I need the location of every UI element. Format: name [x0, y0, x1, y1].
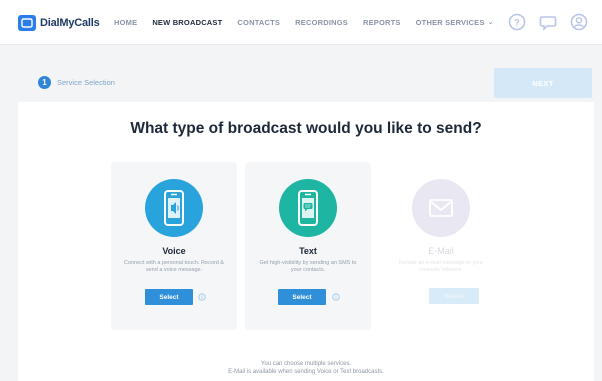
text-phone-icon: [279, 179, 337, 237]
main-nav: HOME NEW BROADCAST CONTACTS RECORDINGS R…: [114, 0, 509, 44]
voice-select-button[interactable]: Select: [145, 289, 193, 305]
brand-name: DialMyCalls: [40, 17, 100, 29]
nav-reports[interactable]: REPORTS: [363, 0, 401, 44]
email-card-description: Include an e-mail message to your contac…: [398, 260, 484, 273]
nav-other-services[interactable]: OTHER SERVICES ⌄: [416, 0, 494, 44]
wizard-step-bar: 1 Service Selection NEXT: [18, 66, 594, 102]
nav-recordings[interactable]: RECORDINGS: [295, 0, 348, 44]
nav-other-services-label: OTHER SERVICES: [415, 17, 485, 27]
services-footnote: You can choose multiple services. E-Mail…: [18, 360, 594, 376]
footnote-line-1: You can choose multiple services.: [260, 361, 352, 367]
help-icon[interactable]: ?: [508, 13, 526, 31]
brand-logo[interactable]: DialMyCalls: [18, 14, 100, 32]
voice-service-card[interactable]: Voice Connect with a personal touch. Rec…: [111, 162, 237, 330]
text-select-button[interactable]: Select: [278, 289, 326, 305]
top-navigation-bar: DialMyCalls HOME NEW BROADCAST CONTACTS …: [0, 0, 602, 45]
footnote-line-2: E-Mail is available when sending Voice o…: [228, 369, 384, 375]
text-service-card[interactable]: Text Get high-visibility by sending an S…: [245, 162, 371, 330]
page-title: What type of broadcast would you like to…: [130, 120, 482, 137]
email-service-card: E-Mail Include an e-mail message to your…: [378, 162, 504, 330]
nav-new-broadcast[interactable]: NEW BROADCAST: [152, 0, 222, 44]
text-card-description: Get high-visibility by sending an SMS to…: [259, 260, 357, 273]
email-card-title: E-Mail: [428, 246, 454, 256]
next-button[interactable]: NEXT: [494, 68, 592, 98]
voice-phone-icon: [145, 179, 203, 237]
voice-card-description: Connect with a personal touch. Record & …: [124, 260, 224, 273]
account-icon[interactable]: [570, 13, 588, 31]
email-select-button: Select: [429, 288, 479, 304]
chat-icon[interactable]: [539, 13, 557, 31]
email-envelope-icon: [412, 179, 470, 237]
voice-info-icon[interactable]: [198, 293, 206, 301]
nav-contacts[interactable]: CONTACTS: [237, 0, 280, 44]
step-number-badge: 1: [38, 76, 51, 89]
nav-home[interactable]: HOME: [114, 0, 137, 44]
chevron-down-icon: ⌄: [487, 19, 494, 26]
step-label: Service Selection: [57, 78, 115, 87]
wizard-step: 1 Service Selection: [38, 76, 115, 89]
text-card-title: Text: [299, 246, 317, 256]
broadcast-type-panel: What type of broadcast would you like to…: [18, 102, 594, 381]
svg-text:?: ?: [514, 18, 520, 28]
text-info-icon[interactable]: [332, 293, 340, 301]
header-actions: ?: [508, 13, 588, 31]
phone-logo-icon: [18, 15, 36, 31]
voice-card-title: Voice: [162, 246, 186, 256]
